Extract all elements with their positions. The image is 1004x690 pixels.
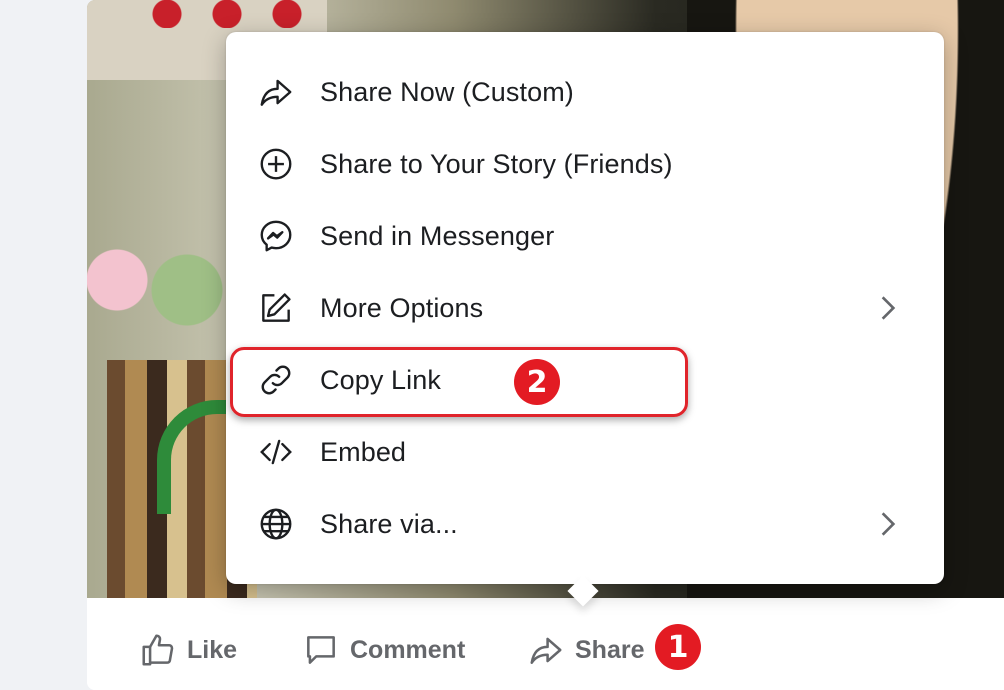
- comment-icon: [307, 636, 335, 664]
- post-action-bar: Like Comment Share 1: [87, 600, 1004, 690]
- menu-item-embed[interactable]: Embed: [246, 424, 924, 480]
- menu-item-share-via[interactable]: Share via...: [246, 496, 924, 552]
- thumbs-up-icon: [142, 634, 174, 666]
- menu-item-label: Share via...: [320, 508, 458, 539]
- share-button[interactable]: Share: [527, 630, 644, 670]
- menu-item-more-options[interactable]: More Options: [246, 280, 924, 336]
- step-1-badge: 1: [655, 624, 701, 670]
- code-icon: [254, 430, 298, 474]
- menu-item-share-story[interactable]: Share to Your Story (Friends): [246, 136, 924, 192]
- comment-button[interactable]: Comment: [302, 630, 465, 670]
- comment-label: Comment: [350, 635, 466, 664]
- globe-icon: [254, 502, 298, 546]
- step-2-badge: 2: [514, 359, 560, 405]
- menu-item-label: More Options: [320, 292, 484, 323]
- chevron-right-icon: [881, 512, 896, 536]
- share-menu: Share Now (Custom) Share to Your Story (…: [226, 32, 944, 607]
- messenger-icon: [254, 214, 298, 258]
- menu-item-label: Send in Messenger: [320, 220, 555, 251]
- chevron-right-icon: [881, 296, 896, 320]
- menu-item-share-now[interactable]: Share Now (Custom): [246, 64, 924, 120]
- share-arrow-icon: [530, 637, 562, 664]
- menu-item-send-messenger[interactable]: Send in Messenger: [246, 208, 924, 264]
- menu-item-label: Share to Your Story (Friends): [320, 148, 673, 179]
- like-button[interactable]: Like: [139, 630, 237, 670]
- share-arrow-icon: [254, 70, 298, 114]
- menu-item-label: Share Now (Custom): [320, 76, 574, 107]
- menu-item-label: Embed: [320, 436, 407, 467]
- plus-circle-icon: [254, 142, 298, 186]
- flowers-decor: [87, 230, 227, 340]
- share-label: Share: [575, 635, 645, 664]
- like-label: Like: [187, 635, 238, 664]
- jars-decor: [147, 0, 327, 28]
- edit-icon: [254, 286, 298, 330]
- copy-link-highlight: [230, 347, 688, 417]
